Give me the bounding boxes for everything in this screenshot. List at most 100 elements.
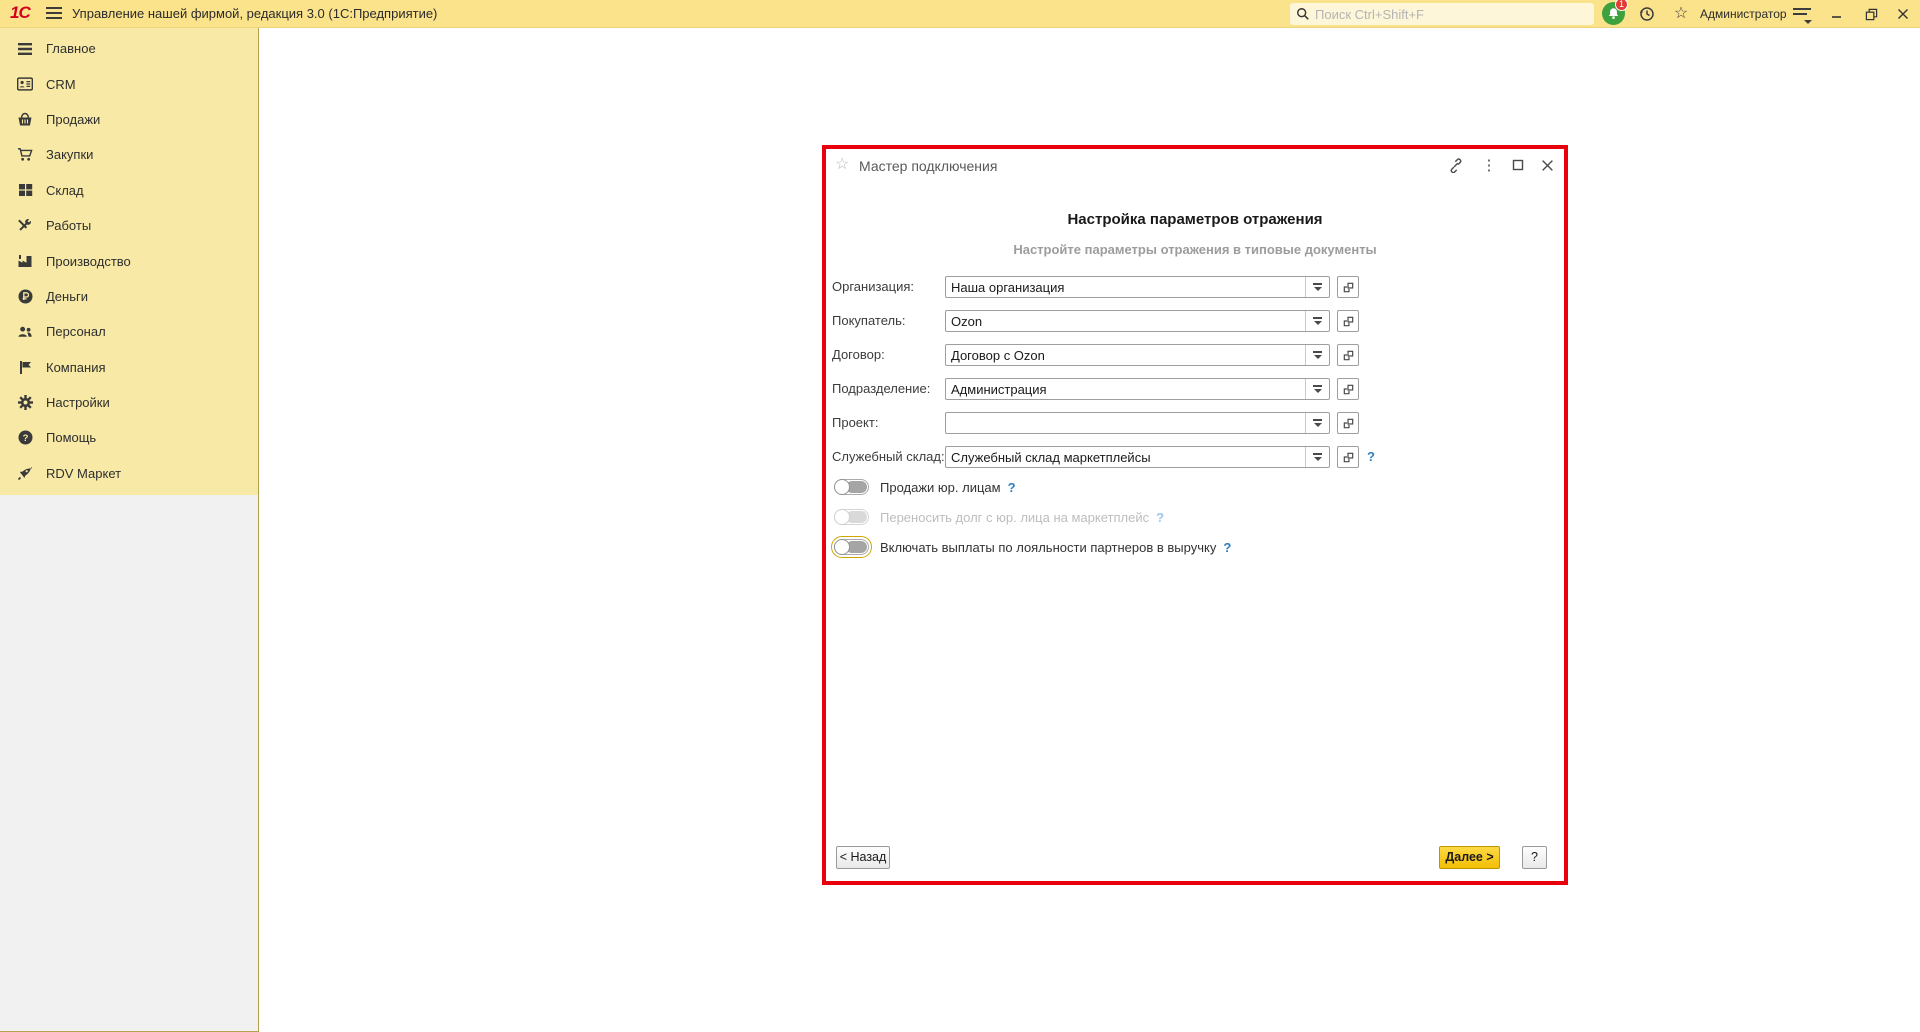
- open-picker-icon[interactable]: [1337, 344, 1359, 366]
- toggle-help-icon[interactable]: ?: [1156, 510, 1164, 525]
- wizard-step-subheading: Настройте параметры отражения в типовые …: [1013, 242, 1377, 257]
- sidebar-item-4[interactable]: Закупки: [0, 137, 258, 172]
- toggle-label: Включать выплаты по лояльности партнеров…: [880, 539, 1217, 555]
- open-picker-icon[interactable]: [1337, 378, 1359, 400]
- sidebar-item-label: RDV Маркет: [46, 465, 122, 481]
- toggle-label: Переносить долг с юр. лица на маркетплей…: [880, 509, 1150, 525]
- tools-icon: [17, 218, 33, 234]
- field-label: Подразделение:: [832, 381, 931, 396]
- menu-lines-icon: [17, 41, 33, 57]
- notification-badge: 1: [1615, 0, 1628, 11]
- toggle-switch-off: [834, 509, 869, 525]
- open-picker-icon[interactable]: [1337, 446, 1359, 468]
- sidebar-item-12[interactable]: ? Помощь: [0, 420, 258, 455]
- open-picker-icon[interactable]: [1337, 412, 1359, 434]
- app-title: Управление нашей фирмой, редакция 3.0 (1…: [72, 6, 438, 21]
- form-row: Служебный склад:?: [826, 446, 1564, 468]
- sidebar-item-label: Закупки: [46, 147, 94, 163]
- sidebar-item-11[interactable]: Настройки: [0, 385, 258, 420]
- global-search[interactable]: [1290, 3, 1594, 25]
- flag-icon: [17, 359, 33, 375]
- form-row: Подразделение:: [826, 378, 1564, 400]
- field-help-icon[interactable]: ?: [1367, 446, 1375, 468]
- rocket-icon: [17, 465, 33, 481]
- field-input-box: [945, 344, 1330, 366]
- sidebar-item-7[interactable]: Производство: [0, 243, 258, 278]
- 1c-logo: 1С: [10, 3, 31, 22]
- ruble-coin-icon: [17, 288, 33, 304]
- section-sidebar: Главное CRM Продажи Закупки Склад Работы Произ…: [0, 28, 259, 1032]
- field-label: Покупатель:: [832, 313, 906, 328]
- basket-icon: [17, 111, 33, 127]
- sidebar-item-label: Персонал: [46, 324, 106, 340]
- field-input[interactable]: [946, 311, 1304, 331]
- maximize-dialog-icon[interactable]: [1509, 156, 1527, 174]
- dropdown-arrow-icon[interactable]: [1305, 447, 1329, 467]
- form-row: Покупатель:: [826, 310, 1564, 332]
- dialog-help-button[interactable]: ?: [1522, 846, 1547, 869]
- field-input[interactable]: [946, 277, 1304, 297]
- field-input-box: [945, 412, 1330, 434]
- toggle-row: Переносить долг с юр. лица на маркетплей…: [826, 507, 1564, 527]
- dropdown-arrow-icon[interactable]: [1305, 379, 1329, 399]
- toggle-help-icon[interactable]: ?: [1223, 540, 1231, 555]
- back-button[interactable]: < Назад: [836, 846, 890, 869]
- sidebar-item-13[interactable]: RDV Маркет: [0, 456, 258, 491]
- field-input[interactable]: [946, 413, 1304, 433]
- toggle-switch-off[interactable]: [834, 479, 869, 495]
- sidebar-item-1[interactable]: Главное: [0, 31, 258, 66]
- people-icon: [17, 324, 33, 340]
- close-dialog-icon[interactable]: [1538, 156, 1556, 174]
- contact-card-icon: [17, 76, 33, 92]
- field-input[interactable]: [946, 379, 1304, 399]
- field-input-box: [945, 310, 1330, 332]
- current-user[interactable]: Администратор: [1700, 0, 1787, 28]
- next-button[interactable]: Далее >: [1439, 846, 1500, 869]
- main-menu-icon[interactable]: [46, 7, 62, 20]
- field-input-box: [945, 446, 1330, 468]
- history-icon[interactable]: [1638, 5, 1656, 23]
- open-picker-icon[interactable]: [1337, 310, 1359, 332]
- field-input-box: [945, 276, 1330, 298]
- more-actions-icon[interactable]: ⋮: [1480, 156, 1498, 174]
- favorites-star-icon[interactable]: ☆: [1672, 5, 1690, 23]
- get-link-icon[interactable]: [1447, 156, 1465, 174]
- field-label: Договор:: [832, 347, 885, 362]
- sidebar-item-label: Помощь: [46, 430, 97, 446]
- top-app-bar: 1С Управление нашей фирмой, редакция 3.0…: [0, 0, 1920, 28]
- dropdown-arrow-icon[interactable]: [1305, 413, 1329, 433]
- sidebar-item-9[interactable]: Персонал: [0, 314, 258, 349]
- sidebar-item-8[interactable]: Деньги: [0, 279, 258, 314]
- dropdown-arrow-icon[interactable]: [1305, 345, 1329, 365]
- minimize-window-icon[interactable]: [1822, 0, 1852, 28]
- toggle-switch-off[interactable]: [831, 536, 872, 558]
- sidebar-item-3[interactable]: Продажи: [0, 102, 258, 137]
- user-menu-icon[interactable]: [1793, 8, 1812, 24]
- search-input[interactable]: [1315, 6, 1565, 22]
- sidebar-item-10[interactable]: Компания: [0, 350, 258, 385]
- dropdown-arrow-icon[interactable]: [1305, 311, 1329, 331]
- field-input[interactable]: [946, 345, 1304, 365]
- sidebar-item-label: Продажи: [46, 111, 101, 127]
- factory-icon: [17, 253, 33, 269]
- toggle-label: Продажи юр. лицам: [880, 479, 1001, 495]
- toggle-help-icon[interactable]: ?: [1008, 480, 1016, 495]
- field-label: Проект:: [832, 415, 879, 430]
- open-picker-icon[interactable]: [1337, 276, 1359, 298]
- restore-window-icon[interactable]: [1856, 0, 1886, 28]
- sidebar-item-label: CRM: [46, 76, 76, 92]
- field-input[interactable]: [946, 447, 1304, 467]
- field-label: Служебный склад:: [832, 449, 945, 464]
- sidebar-item-2[interactable]: CRM: [0, 66, 258, 101]
- dropdown-arrow-icon[interactable]: [1305, 277, 1329, 297]
- form-row: Организация:: [826, 276, 1564, 298]
- sidebar-item-6[interactable]: Работы: [0, 208, 258, 243]
- svg-text:?: ?: [22, 433, 28, 444]
- dialog-favorite-star-icon[interactable]: ☆: [835, 154, 849, 174]
- sidebar-item-label: Склад: [46, 182, 84, 198]
- field-input-box: [945, 378, 1330, 400]
- sidebar-item-label: Главное: [46, 41, 96, 57]
- close-window-icon[interactable]: [1888, 0, 1918, 28]
- sidebar-item-5[interactable]: Склад: [0, 173, 258, 208]
- sidebar-item-label: Компания: [46, 359, 106, 375]
